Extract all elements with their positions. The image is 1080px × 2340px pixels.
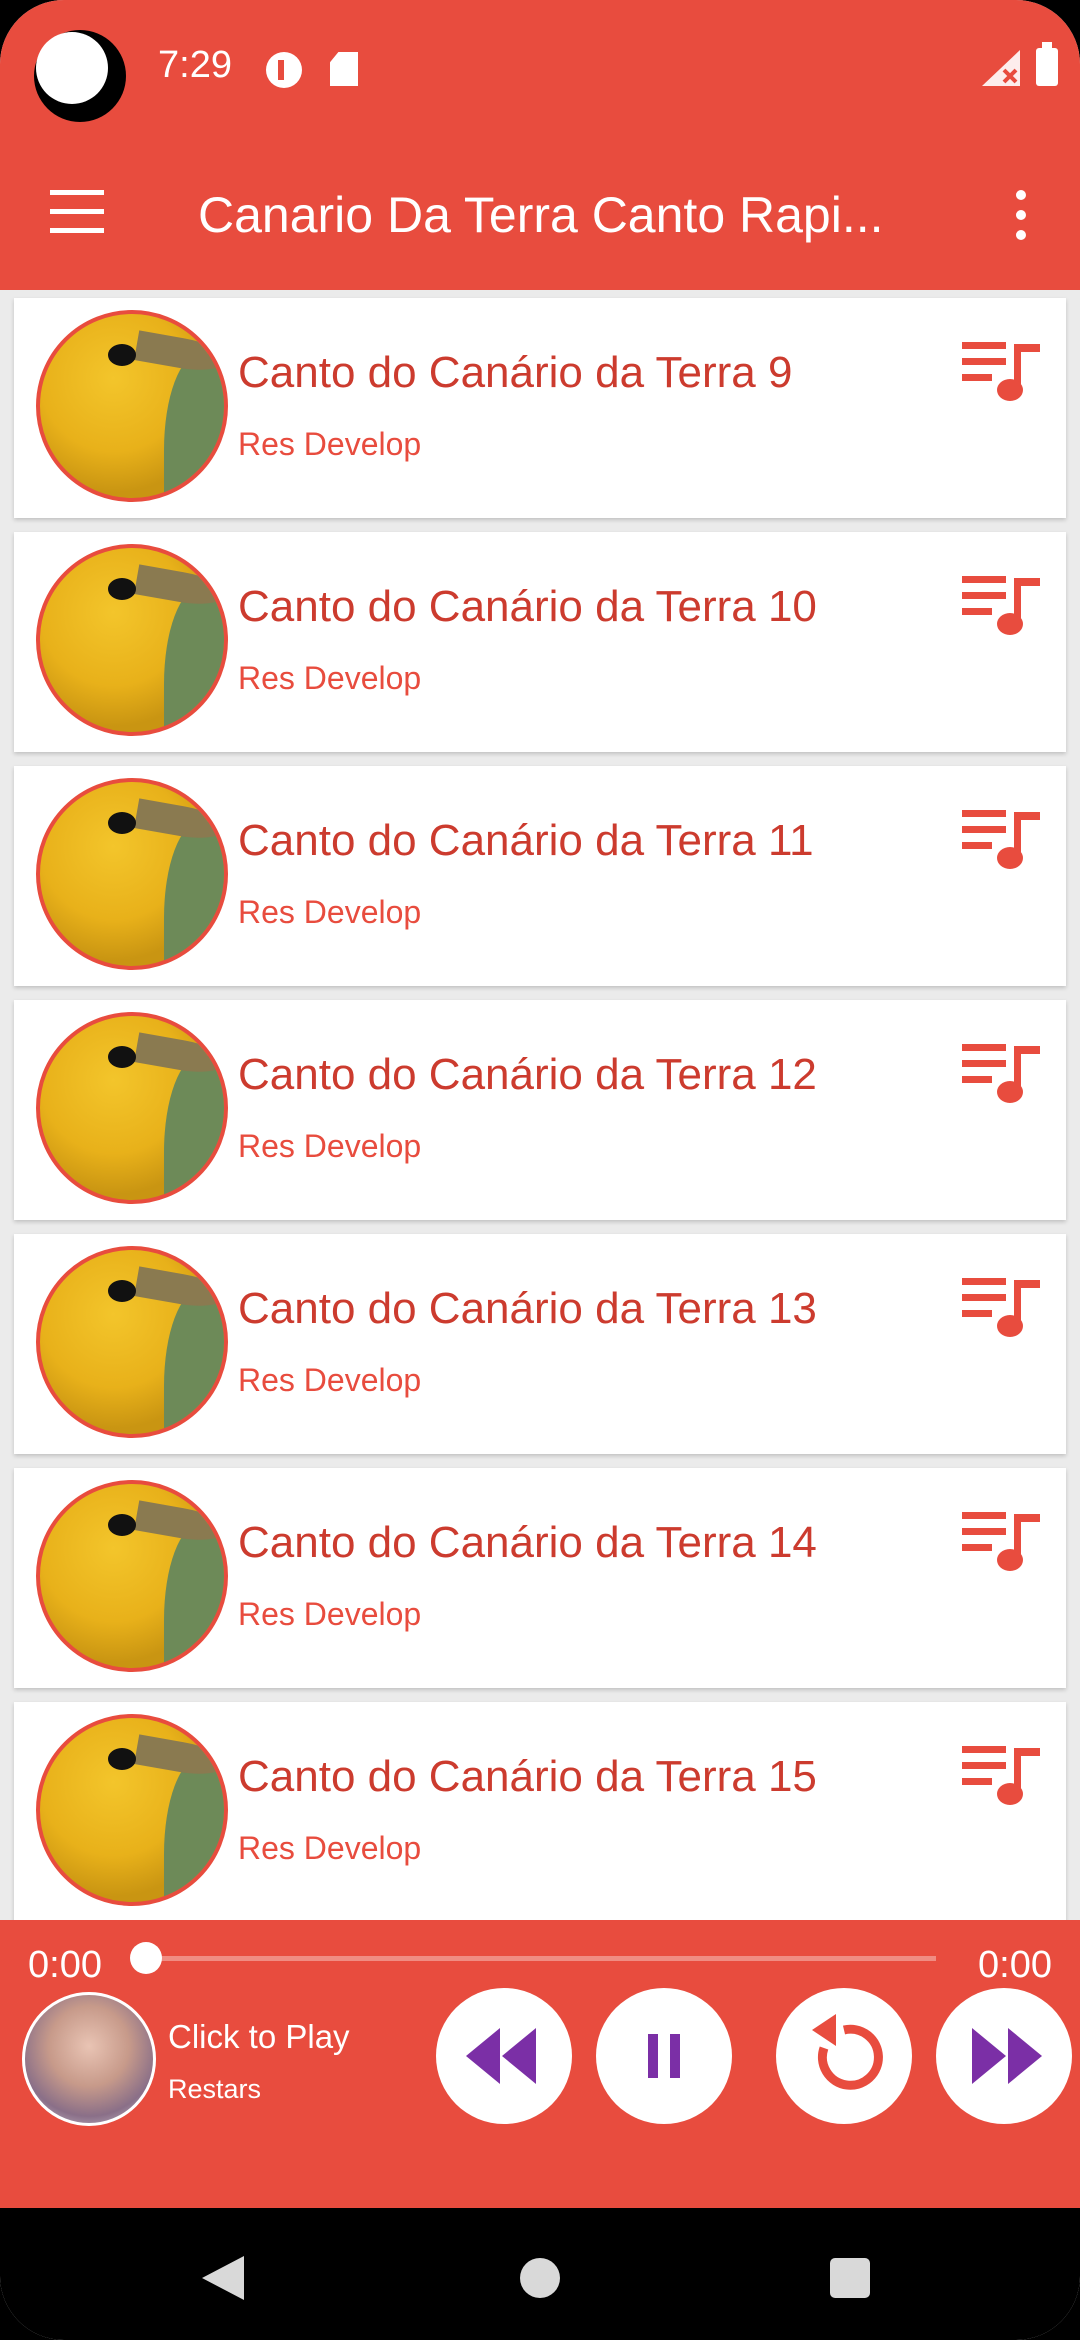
phone-screen: 7:29 Canario Da Terra Canto Rapi... Cant… (0, 0, 1080, 2340)
playlist-icon[interactable] (962, 338, 1044, 404)
list-item[interactable]: Canto do Canário da Terra 10 Res Develop (14, 532, 1066, 752)
signal-icon (982, 50, 1020, 86)
back-icon[interactable] (200, 2254, 246, 2302)
rewind-icon (466, 2028, 536, 2084)
pause-icon (648, 2034, 680, 2078)
camera-cutout (34, 30, 126, 122)
home-icon[interactable] (520, 2258, 560, 2298)
playlist-icon[interactable] (962, 1274, 1044, 1340)
battery-icon (1036, 42, 1058, 86)
song-artist: Res Develop (238, 1830, 422, 1866)
song-thumbnail (36, 1714, 228, 1906)
sd-card-icon (330, 52, 358, 86)
song-title: Canto do Canário da Terra 12 (238, 1050, 817, 1099)
list-item[interactable]: Canto do Canário da Terra 15 Res Develop (14, 1702, 1066, 1922)
list-item[interactable]: Canto do Canário da Terra 9 Res Develop (14, 298, 1066, 518)
song-artist: Res Develop (238, 1362, 422, 1398)
media-player: 0:00 0:00 Click to Play Restars (0, 1920, 1080, 2208)
navigation-bar (0, 2208, 1080, 2340)
song-artist: Res Develop (238, 660, 422, 696)
status-bar: 7:29 (0, 0, 1080, 140)
fast-forward-icon (972, 2028, 1042, 2084)
replay-icon (812, 2014, 883, 2090)
now-playing-subtitle: Restars (168, 2074, 262, 2104)
list-item[interactable]: Canto do Canário da Terra 13 Res Develop (14, 1234, 1066, 1454)
song-thumbnail (36, 778, 228, 970)
song-title: Canto do Canário da Terra 13 (238, 1284, 817, 1333)
time-elapsed: 0:00 (28, 1944, 102, 1986)
playlist-icon[interactable] (962, 1508, 1044, 1574)
song-artist: Res Develop (238, 1596, 422, 1632)
playlist-icon[interactable] (962, 806, 1044, 872)
app-title: Canario Da Terra Canto Rapi... (198, 187, 884, 243)
song-artist: Res Develop (238, 426, 422, 462)
playlist-icon[interactable] (962, 1040, 1044, 1106)
now-playing-thumbnail (22, 1992, 156, 2126)
song-title: Canto do Canário da Terra 11 (238, 816, 814, 865)
fast-forward-button[interactable] (936, 1988, 1072, 2124)
song-thumbnail (36, 1480, 228, 1672)
pause-button[interactable] (596, 1988, 732, 2124)
progress-thumb[interactable] (130, 1942, 162, 1974)
rewind-button[interactable] (436, 1988, 572, 2124)
now-playing-title: Click to Play (168, 2018, 350, 2055)
time-total: 0:00 (978, 1944, 1052, 1986)
song-artist: Res Develop (238, 894, 422, 930)
song-artist: Res Develop (238, 1128, 422, 1164)
song-thumbnail (36, 1012, 228, 1204)
more-vert-icon[interactable] (1006, 190, 1034, 240)
song-thumbnail (36, 544, 228, 736)
list-item[interactable]: Canto do Canário da Terra 11 Res Develop (14, 766, 1066, 986)
playlist-icon[interactable] (962, 1742, 1044, 1808)
playlist-icon[interactable] (962, 572, 1044, 638)
list-item[interactable]: Canto do Canário da Terra 12 Res Develop (14, 1000, 1066, 1220)
song-thumbnail (36, 310, 228, 502)
song-title: Canto do Canário da Terra 14 (238, 1518, 817, 1567)
p-notification-icon (266, 52, 302, 88)
status-time: 7:29 (158, 44, 232, 86)
list-item[interactable]: Canto do Canário da Terra 14 Res Develop (14, 1468, 1066, 1688)
song-title: Canto do Canário da Terra 9 (238, 348, 793, 397)
menu-icon[interactable] (50, 190, 104, 234)
app-bar: Canario Da Terra Canto Rapi... (0, 140, 1080, 290)
song-title: Canto do Canário da Terra 10 (238, 582, 817, 631)
song-thumbnail (36, 1246, 228, 1438)
song-title: Canto do Canário da Terra 15 (238, 1752, 817, 1801)
progress-track[interactable] (146, 1956, 936, 1961)
replay-button[interactable] (776, 1988, 912, 2124)
recents-icon[interactable] (830, 2258, 870, 2298)
